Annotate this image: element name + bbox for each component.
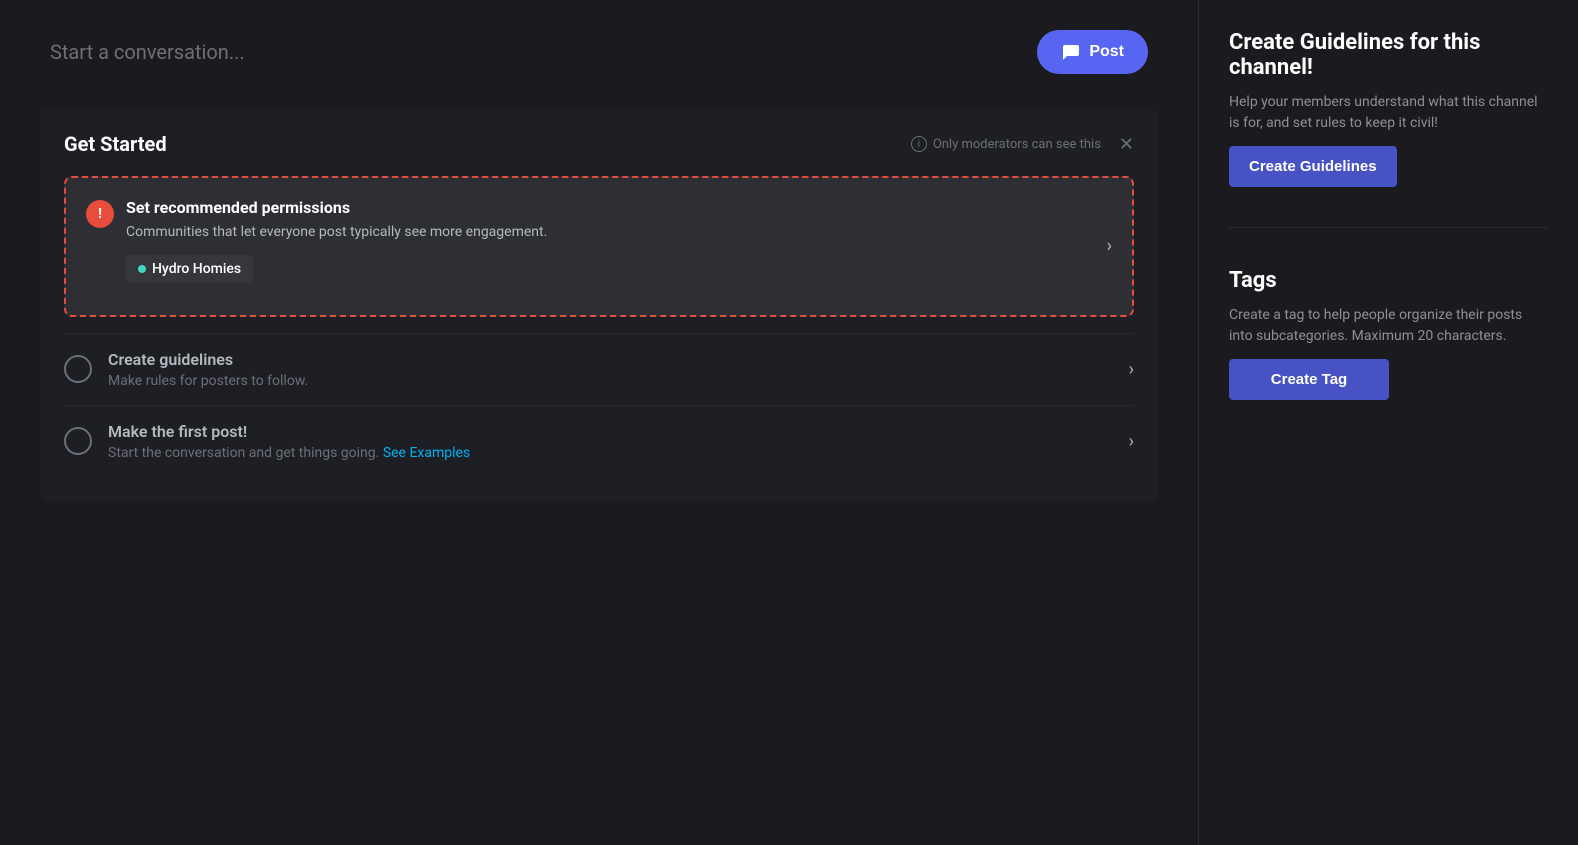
info-icon: i — [911, 136, 927, 152]
get-started-title: Get Started — [64, 132, 167, 156]
post-button[interactable]: Post — [1037, 30, 1148, 74]
chevron-right-icon: › — [1107, 236, 1112, 257]
get-started-section: Get Started i Only moderators can see th… — [40, 108, 1158, 501]
warning-icon: ! — [86, 200, 114, 228]
highlighted-card[interactable]: ! Set recommended permissions Communitie… — [64, 176, 1134, 317]
conversation-bar: Start a conversation... Post — [40, 30, 1158, 74]
list-item-title: Make the first post! — [108, 422, 1113, 441]
chevron-right-icon: › — [1129, 359, 1134, 380]
create-tag-button[interactable]: Create Tag — [1229, 359, 1389, 400]
card-title: Set recommended permissions — [126, 198, 1112, 217]
tags-section: Tags Create a tag to help people organiz… — [1229, 268, 1548, 400]
tags-section-title: Tags — [1229, 268, 1548, 293]
card-header: ! Set recommended permissions Communitie… — [86, 198, 1112, 283]
get-started-header: Get Started i Only moderators can see th… — [64, 132, 1134, 156]
divider — [1229, 227, 1548, 228]
circle-icon — [64, 355, 92, 383]
tags-section-desc: Create a tag to help people organize the… — [1229, 305, 1548, 347]
guidelines-section-title: Create Guidelines for this channel! — [1229, 30, 1548, 80]
see-examples-link[interactable]: See Examples — [383, 445, 470, 461]
card-description: Communities that let everyone post typic… — [126, 223, 1112, 243]
list-item-description: Start the conversation and get things go… — [108, 445, 1113, 461]
guidelines-section: Create Guidelines for this channel! Help… — [1229, 30, 1548, 187]
chat-icon — [1061, 42, 1081, 62]
list-item-content: Create guidelines Make rules for posters… — [108, 350, 1113, 389]
conversation-placeholder: Start a conversation... — [50, 40, 245, 64]
list-item-description: Make rules for posters to follow. — [108, 373, 1113, 389]
moderator-notice: i Only moderators can see this — [911, 136, 1101, 152]
main-area: Start a conversation... Post Get Started… — [0, 0, 1198, 845]
list-item-content: Make the first post! Start the conversat… — [108, 422, 1113, 461]
first-post-item[interactable]: Make the first post! Start the conversat… — [64, 405, 1134, 477]
create-guidelines-button[interactable]: Create Guidelines — [1229, 146, 1397, 187]
tag-dot — [138, 265, 146, 273]
right-sidebar: Create Guidelines for this channel! Help… — [1198, 0, 1578, 845]
card-content: Set recommended permissions Communities … — [126, 198, 1112, 283]
chevron-right-icon: › — [1129, 431, 1134, 452]
guidelines-section-desc: Help your members understand what this c… — [1229, 92, 1548, 134]
tag-badge: Hydro Homies — [126, 255, 253, 283]
list-item-title: Create guidelines — [108, 350, 1113, 369]
page-container: Start a conversation... Post Get Started… — [0, 0, 1578, 845]
circle-icon — [64, 427, 92, 455]
close-button[interactable]: ✕ — [1119, 134, 1134, 155]
create-guidelines-item[interactable]: Create guidelines Make rules for posters… — [64, 333, 1134, 405]
